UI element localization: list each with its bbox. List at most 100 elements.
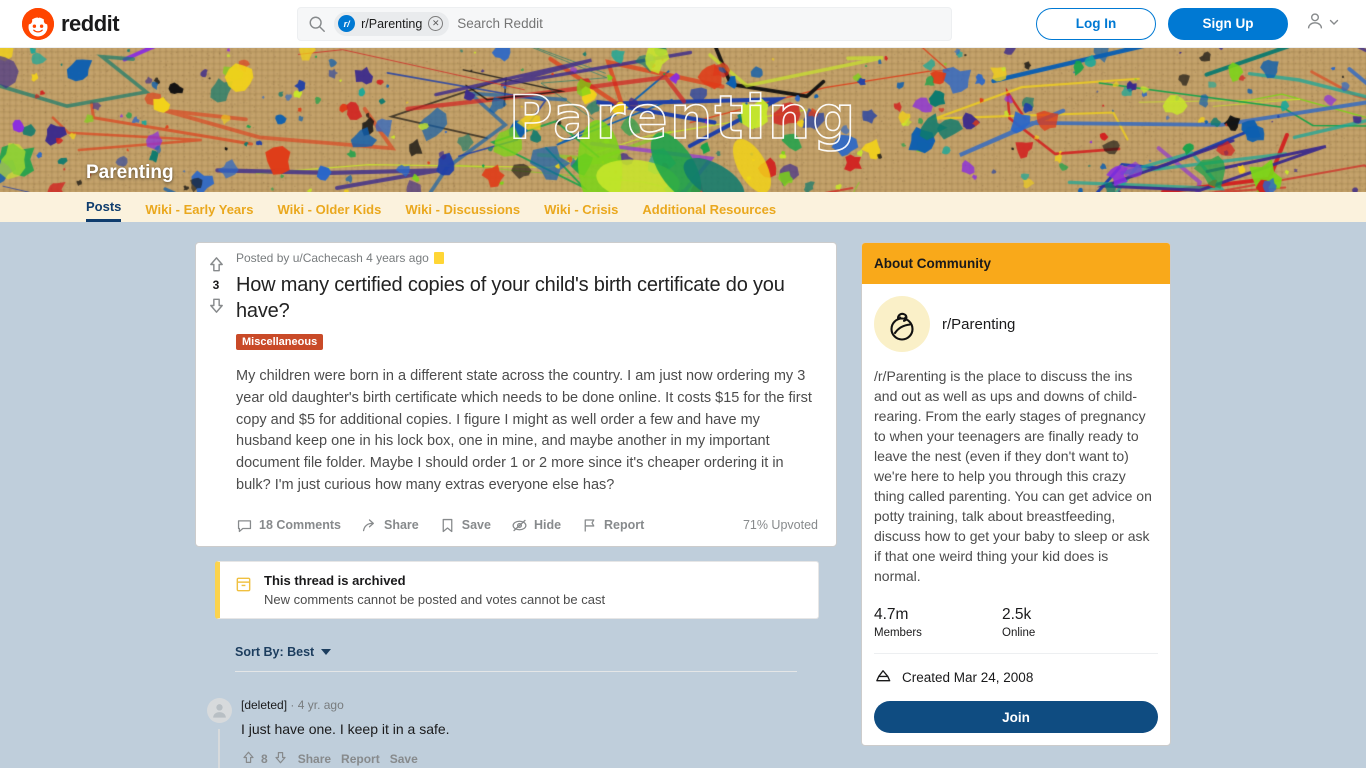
log-in-button[interactable]: Log In (1036, 8, 1156, 40)
comment-author[interactable]: [deleted] (241, 698, 287, 712)
post-score: 3 (213, 278, 220, 292)
join-button[interactable]: Join (874, 701, 1158, 733)
archive-box-icon (234, 575, 253, 599)
online-label: Online (1002, 627, 1130, 639)
comment-vote-group: 8 (241, 750, 288, 768)
comment-sort-bar: Sort By: Best (235, 643, 837, 672)
archived-notice: This thread is archived New comments can… (215, 561, 819, 619)
comment-avatar-column (205, 698, 233, 768)
subreddit-title: Parenting (86, 162, 174, 184)
comment-action-bar: 8 Share Report Save (241, 750, 837, 768)
community-stats: 4.7m Members 2.5k Online (874, 606, 1158, 639)
vote-column: 3 (196, 243, 236, 546)
comment-downvote-icon[interactable] (273, 750, 288, 768)
user-account-menu[interactable] (1304, 10, 1340, 37)
chevron-down-icon (1328, 15, 1340, 33)
chevron-down-icon (321, 649, 331, 655)
hide-button[interactable]: Hide (511, 517, 561, 534)
archived-text-block: This thread is archived New comments can… (264, 573, 605, 607)
members-stat: 4.7m Members (874, 606, 1002, 639)
post-body: Posted by u/Cachecash 4 years ago How ma… (236, 243, 836, 546)
sidebar-column: About Community r/Parenting /r/Parenting… (861, 242, 1171, 768)
sort-dropdown[interactable]: Sort By: Best (235, 645, 331, 659)
comment-meta: [deleted] · 4 yr. ago (241, 698, 837, 712)
comment-age: 4 yr. ago (298, 698, 344, 712)
search-input[interactable] (457, 16, 941, 31)
avatar (207, 698, 232, 723)
comment-content: [deleted] · 4 yr. ago I just have one. I… (241, 698, 837, 768)
community-identity-row[interactable]: r/Parenting (874, 296, 1158, 352)
members-count: 4.7m (874, 606, 1002, 624)
reddit-logo[interactable]: reddit (22, 8, 119, 40)
comment-thread-line[interactable] (218, 729, 220, 768)
tab-wiki-discussions[interactable]: Wiki - Discussions (405, 202, 520, 222)
comment-share-button[interactable]: Share (298, 752, 331, 766)
community-description: /r/Parenting is the place to discuss the… (874, 366, 1158, 586)
reddit-logo-icon (22, 8, 54, 40)
community-name[interactable]: r/Parenting (942, 316, 1015, 333)
tab-wiki-crisis[interactable]: Wiki - Crisis (544, 202, 618, 222)
search-subreddit-chip[interactable]: r/ r/Parenting ✕ (334, 12, 449, 36)
online-count: 2.5k (1002, 606, 1130, 624)
user-avatar-icon (1304, 10, 1326, 37)
post-card: 3 Posted by u/Cachecash 4 years ago How … (195, 242, 837, 547)
comment-meta-separator: · (290, 698, 294, 712)
search-area: r/ r/Parenting ✕ (297, 7, 952, 41)
banner-script-text: Parenting (509, 83, 858, 153)
comments-button[interactable]: 18 Comments (236, 517, 341, 534)
members-label: Members (874, 627, 1002, 639)
about-community-body: r/Parenting /r/Parenting is the place to… (862, 284, 1170, 745)
top-navigation-bar: reddit r/ r/Parenting ✕ Log In Sign Up (0, 0, 1366, 48)
report-label: Report (604, 518, 644, 532)
about-community-header: About Community (862, 243, 1170, 284)
sidebar-divider (874, 653, 1158, 654)
search-icon (308, 15, 326, 33)
sign-up-button[interactable]: Sign Up (1168, 8, 1288, 40)
sort-divider (235, 671, 797, 672)
comment-save-button[interactable]: Save (390, 752, 418, 766)
post-meta: Posted by u/Cachecash 4 years ago (236, 251, 824, 265)
subreddit-tab-bar: Posts Wiki - Early Years Wiki - Older Ki… (0, 192, 1366, 222)
tab-additional-resources[interactable]: Additional Resources (642, 202, 776, 222)
search-bar[interactable]: r/ r/Parenting ✕ (297, 7, 952, 41)
share-label: Share (384, 518, 419, 532)
subreddit-avatar-icon: r/ (338, 15, 355, 32)
tab-posts[interactable]: Posts (86, 199, 121, 222)
save-label: Save (462, 518, 491, 532)
close-icon[interactable]: ✕ (428, 16, 443, 31)
cake-icon (874, 666, 893, 688)
post-text: My children were born in a different sta… (236, 366, 814, 497)
post-title[interactable]: How many certified copies of your child'… (236, 273, 824, 324)
community-created-row: Created Mar 24, 2008 (874, 666, 1158, 688)
post-author-line[interactable]: Posted by u/Cachecash 4 years ago (236, 251, 429, 265)
online-stat: 2.5k Online (1002, 606, 1130, 639)
tab-wiki-older-kids[interactable]: Wiki - Older Kids (277, 202, 381, 222)
archived-title: This thread is archived (264, 573, 605, 588)
main-column: 3 Posted by u/Cachecash 4 years ago How … (195, 242, 837, 768)
post-flair-badge[interactable]: Miscellaneous (236, 334, 323, 350)
comment-report-button[interactable]: Report (341, 752, 380, 766)
save-button[interactable]: Save (439, 517, 491, 534)
upvoted-percentage: 71% Upvoted (743, 518, 824, 532)
reddit-wordmark: reddit (61, 11, 119, 37)
comment-item: [deleted] · 4 yr. ago I just have one. I… (205, 698, 837, 768)
comments-count-label: 18 Comments (259, 518, 341, 532)
upvote-icon[interactable] (207, 255, 226, 274)
report-button[interactable]: Report (581, 517, 644, 534)
page-content: 3 Posted by u/Cachecash 4 years ago How … (0, 222, 1366, 768)
post-action-bar: 18 Comments Share Save Hide Report 71% U… (236, 517, 824, 546)
subreddit-banner: Parenting Parenting (0, 48, 1366, 192)
downvote-icon[interactable] (207, 296, 226, 315)
comment-score: 8 (261, 752, 268, 766)
nav-right-actions: Log In Sign Up (1036, 8, 1348, 40)
comment-upvote-icon[interactable] (241, 750, 256, 768)
share-button[interactable]: Share (361, 517, 419, 534)
sort-label: Sort By: Best (235, 645, 314, 659)
award-icon (434, 252, 444, 264)
search-chip-label: r/Parenting (361, 17, 422, 31)
about-community-card: About Community r/Parenting /r/Parenting… (861, 242, 1171, 746)
comment-text: I just have one. I keep it in a safe. (241, 721, 837, 737)
archived-subtitle: New comments cannot be posted and votes … (264, 592, 605, 607)
community-avatar-icon (874, 296, 930, 352)
tab-wiki-early-years[interactable]: Wiki - Early Years (145, 202, 253, 222)
